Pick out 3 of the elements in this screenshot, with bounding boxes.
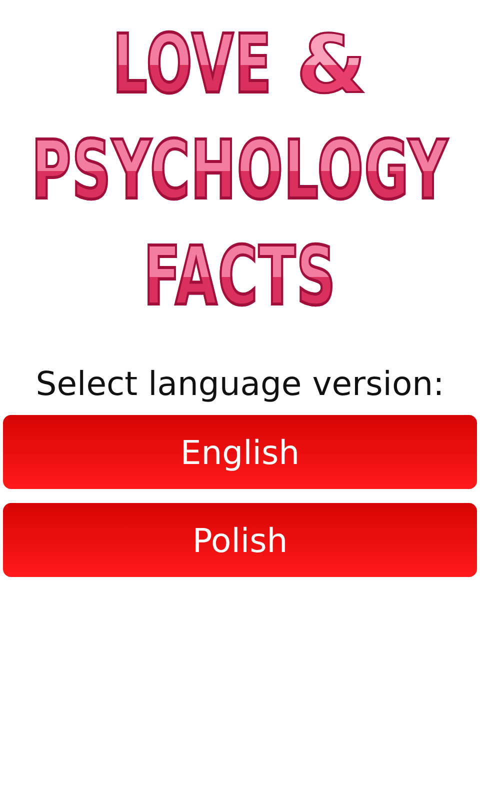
language-button[interactable]: English xyxy=(3,415,477,489)
language-button[interactable]: Polish xyxy=(3,503,477,577)
prompt-text: Select language version: xyxy=(36,364,444,403)
